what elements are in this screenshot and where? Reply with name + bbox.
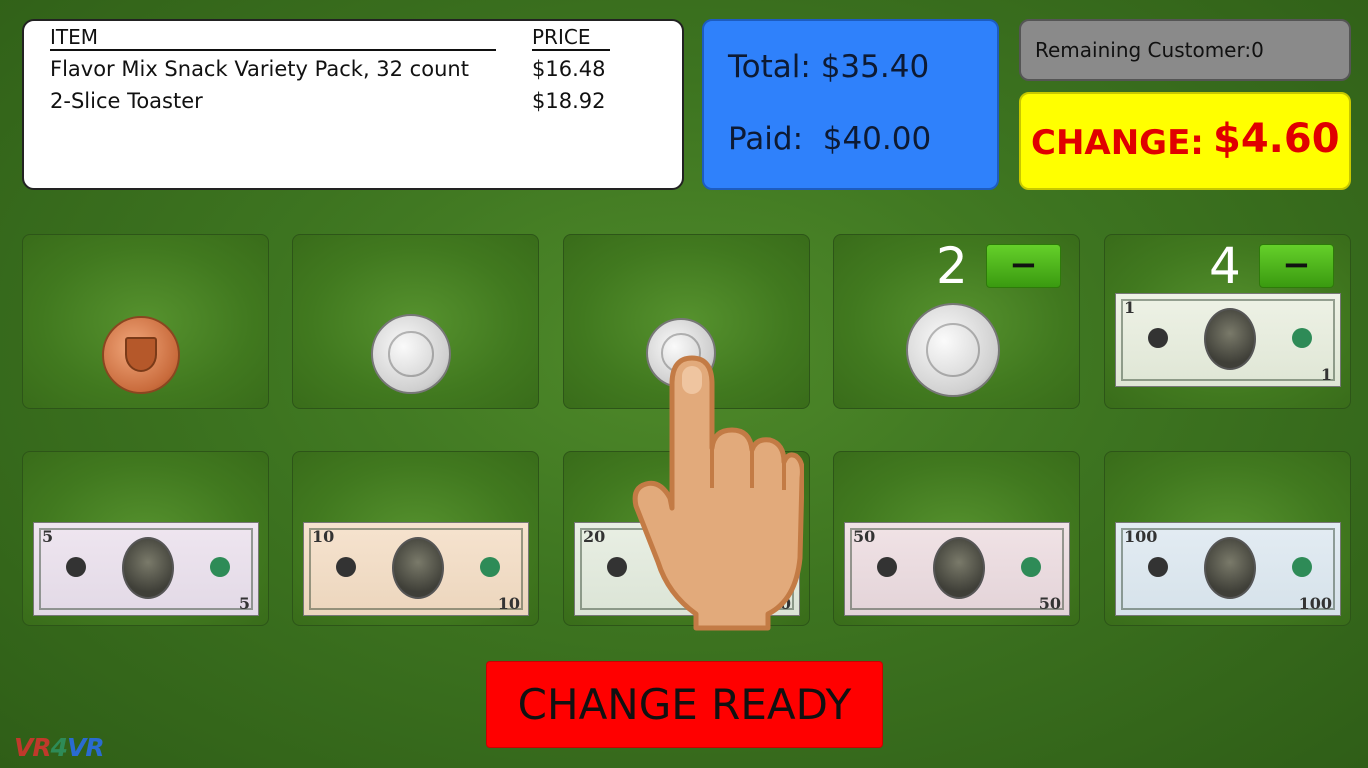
hundred-dollar-slot[interactable]: 100 100 (1104, 451, 1351, 626)
total-amount: Total: $35.40 (728, 49, 930, 85)
receipt-header-price: PRICE (532, 25, 610, 51)
totals-panel: Total: $35.40 Paid: $40.00 (702, 19, 999, 190)
change-due-panel: CHANGE: $4.60 (1019, 92, 1351, 190)
remaining-customer-indicator: Remaining Customer:0 (1019, 19, 1351, 81)
quarter-minus-button[interactable]: − (986, 244, 1061, 288)
ten-dollar-bill-icon[interactable]: 10 10 (303, 522, 529, 616)
fifty-dollar-bill-icon[interactable]: 50 50 (844, 522, 1070, 616)
one-dollar-count: 4 (1209, 237, 1241, 295)
change-label: CHANGE: (1031, 123, 1204, 163)
nickel-coin-icon[interactable] (371, 314, 451, 394)
ten-dollar-slot[interactable]: 10 10 (292, 451, 539, 626)
five-dollar-slot[interactable]: 5 5 (22, 451, 269, 626)
one-dollar-minus-button[interactable]: − (1259, 244, 1334, 288)
quarter-coin-icon[interactable] (906, 303, 1000, 397)
change-ready-button[interactable]: CHANGE READY (486, 661, 883, 748)
one-dollar-slot[interactable]: 4 − 1 1 (1104, 234, 1351, 409)
five-dollar-bill-icon[interactable]: 5 5 (33, 522, 259, 616)
shield-icon (124, 336, 158, 373)
receipt-header-item: ITEM (50, 25, 496, 51)
receipt-item-price: $18.92 (532, 89, 606, 113)
paid-amount: Paid: $40.00 (728, 121, 932, 157)
quarter-count: 2 (936, 237, 968, 295)
one-dollar-bill-icon[interactable]: 1 1 (1115, 293, 1341, 387)
pointing-hand-icon (632, 355, 804, 631)
penny-coin-icon[interactable] (102, 316, 180, 394)
fifty-dollar-slot[interactable]: 50 50 (833, 451, 1080, 626)
penny-slot[interactable] (22, 234, 269, 409)
change-amount: $4.60 (1213, 116, 1340, 162)
receipt-item-name: Flavor Mix Snack Variety Pack, 32 count (50, 57, 469, 81)
hundred-dollar-bill-icon[interactable]: 100 100 (1115, 522, 1341, 616)
vr4vr-logo: VR4VR (14, 733, 105, 762)
nickel-slot[interactable] (292, 234, 539, 409)
receipt-panel: ITEM PRICE Flavor Mix Snack Variety Pack… (22, 19, 684, 190)
receipt-item-name: 2-Slice Toaster (50, 89, 203, 113)
quarter-slot[interactable]: 2 − (833, 234, 1080, 409)
receipt-item-price: $16.48 (532, 57, 606, 81)
